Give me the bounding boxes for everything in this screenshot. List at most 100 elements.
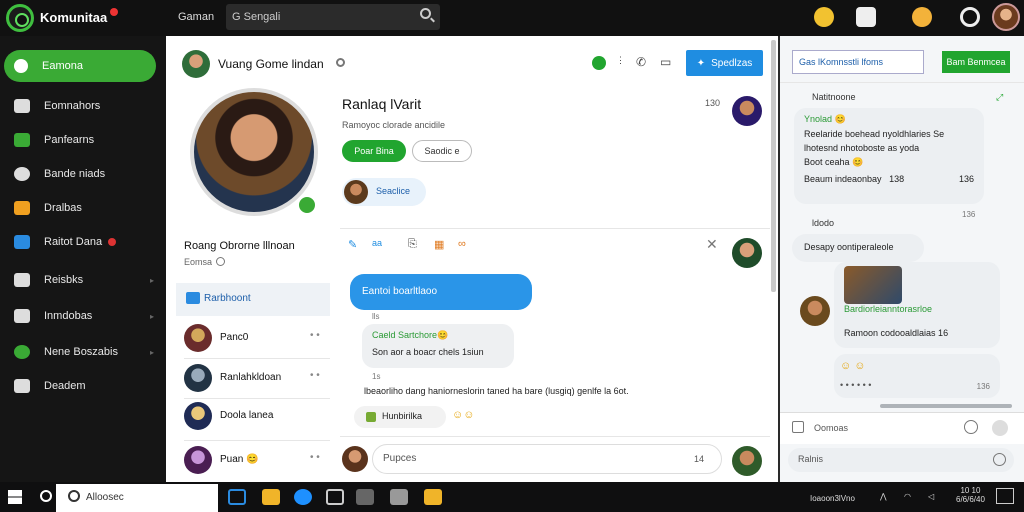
scrollbar[interactable] xyxy=(771,40,776,292)
search-icon[interactable] xyxy=(40,490,52,502)
windows-start-icon[interactable] xyxy=(8,490,22,504)
media-comment-card[interactable]: Bardiorleianntorasrloe Ramoon codooaldla… xyxy=(834,262,1000,348)
settings-icon[interactable] xyxy=(992,420,1008,436)
reaction-dots: • • • • • • xyxy=(840,380,872,390)
volume-icon[interactable]: ◁ xyxy=(928,492,934,501)
sidebar-item-media[interactable]: Dralbas xyxy=(14,198,164,218)
commenter-avatar[interactable] xyxy=(800,296,830,326)
emoji-icon[interactable]: ☺☺ xyxy=(452,409,474,421)
close-icon[interactable]: ✕ xyxy=(706,236,718,253)
brand-name: Komunitaa xyxy=(40,10,108,25)
settings-icon[interactable] xyxy=(960,7,980,27)
sidebar-item-data[interactable]: Raitot Dana xyxy=(14,232,164,252)
notifications-icon[interactable] xyxy=(912,7,932,27)
friend-avatar xyxy=(184,324,212,352)
post-count: 130 xyxy=(705,98,721,108)
author-avatar[interactable] xyxy=(732,96,762,126)
post-title: Ranlaq lVarit xyxy=(342,96,422,112)
secondary-button[interactable]: Saodic e xyxy=(412,140,472,162)
sidebar-item-friends[interactable]: Panfearns xyxy=(14,130,164,150)
app-logo-icon[interactable] xyxy=(6,4,34,32)
primary-button[interactable]: Poar Bina xyxy=(342,140,406,162)
panel-search-input[interactable]: Gas lKomnsstli lfoms xyxy=(792,50,924,74)
friend-avatar xyxy=(184,364,212,392)
taskbar-search-input[interactable]: Alloosec xyxy=(56,484,218,512)
comment-input[interactable]: Oomoas xyxy=(780,412,1024,444)
member-avatar[interactable] xyxy=(732,238,762,268)
clock[interactable]: 10 10 6/6/6/40 xyxy=(956,486,985,504)
emoji-icon[interactable] xyxy=(814,7,834,27)
user-avatar[interactable] xyxy=(992,3,1020,31)
reply-input[interactable]: Ralnis xyxy=(788,448,1014,472)
message-input[interactable]: Pupces xyxy=(372,444,722,474)
more-icon[interactable]: ⋮ xyxy=(616,55,625,66)
horizontal-scrollbar[interactable] xyxy=(880,404,1012,408)
header-action-button[interactable]: ✦ Spedlzas xyxy=(686,50,763,76)
phone-icon[interactable]: ✆ xyxy=(636,55,646,69)
message-bubble-incoming[interactable]: Caeld Sartchore😊 Son aor a boacr chels 1s… xyxy=(362,324,514,368)
user-alert-icon[interactable] xyxy=(856,7,876,27)
video-icon[interactable]: ▭ xyxy=(660,55,671,69)
search-icon[interactable] xyxy=(420,8,431,19)
section-label: ldodo xyxy=(812,218,835,228)
post-subtitle: Ramoyoc clorade ancidile xyxy=(342,120,446,130)
sidebar-item-members[interactable]: Eomnahors xyxy=(14,96,164,116)
edit-icon xyxy=(14,309,30,323)
notification-center-icon[interactable] xyxy=(996,488,1014,504)
camera-icon[interactable] xyxy=(964,420,978,434)
composer-avatar xyxy=(342,446,368,472)
chat-avatar[interactable] xyxy=(182,50,210,78)
game-icon[interactable] xyxy=(390,489,408,505)
friend-item[interactable]: Puan 😊 • • xyxy=(184,442,330,478)
file-explorer-icon[interactable] xyxy=(262,489,280,505)
wifi-icon[interactable]: ◠ xyxy=(904,492,911,501)
more-icon[interactable]: • • xyxy=(310,370,320,381)
character-count: 14 xyxy=(694,454,705,464)
message-bubble-outgoing[interactable]: Eantoi boarltlaoo xyxy=(350,274,532,310)
global-search-input[interactable]: G Sengali xyxy=(226,4,440,30)
image-icon[interactable]: ▦ xyxy=(434,238,444,251)
sidebar-item-groups[interactable]: Bande niads xyxy=(14,164,164,184)
store-icon[interactable] xyxy=(326,489,344,505)
section-label: Natitnoone xyxy=(812,92,856,102)
chevron-right-icon: ▸ xyxy=(149,311,154,321)
emoji-icon[interactable] xyxy=(993,453,1006,466)
friend-item[interactable]: Ranlahkldoan • • xyxy=(184,360,330,396)
chat-app-icon[interactable] xyxy=(424,489,442,505)
divider xyxy=(184,440,330,441)
info-icon[interactable] xyxy=(216,257,225,266)
attach-icon[interactable]: ⎘ xyxy=(408,238,417,251)
network-icon[interactable]: ⋀ xyxy=(880,492,887,501)
expand-icon[interactable]: ⤢ xyxy=(996,92,1003,103)
sidebar-item-settings[interactable]: Deadem xyxy=(14,376,164,396)
comment-meta: 136 xyxy=(962,210,976,219)
more-icon[interactable]: • • xyxy=(310,452,320,463)
task-view-icon[interactable] xyxy=(228,489,246,505)
edit-icon[interactable]: ✎ xyxy=(348,238,357,251)
sidebar-item-home[interactable]: Eamona xyxy=(14,56,164,76)
divider xyxy=(780,82,1024,83)
chat-title: Vuang Gome lindan xyxy=(218,57,324,71)
friend-item[interactable]: Panc0 • • xyxy=(184,320,330,356)
top-nav-item[interactable]: Gaman xyxy=(178,11,214,23)
more-icon[interactable]: • • xyxy=(310,330,320,341)
text-format-icon[interactable]: aa xyxy=(372,238,382,248)
friend-avatar xyxy=(184,402,212,430)
grid-icon xyxy=(14,235,30,249)
reaction-card[interactable]: ☺ ☺ • • • • • • 136 xyxy=(834,354,1000,398)
explore-icon xyxy=(14,167,30,181)
sidebar-item-boosts[interactable]: Nene Boszabis ▸ xyxy=(14,342,164,362)
comment-bubble[interactable]: Desapy oontiperaleole xyxy=(792,234,924,262)
friend-item[interactable]: Doola lanea xyxy=(184,398,330,434)
sidebar-item-inbox[interactable]: Inmdobas ▸ xyxy=(14,306,164,326)
app-icon[interactable] xyxy=(356,489,374,505)
search-icon[interactable] xyxy=(336,58,345,67)
sidebar-item-reports[interactable]: Reisbks ▸ xyxy=(14,270,164,290)
link-icon[interactable]: ∞ xyxy=(458,238,466,250)
comment-card[interactable]: Ynolad 😊 Reelaride boehead nyoldhlaries … xyxy=(794,108,984,204)
friend-avatar xyxy=(184,446,212,474)
tag-chip[interactable]: Seaclice xyxy=(342,178,426,206)
member-avatar[interactable] xyxy=(732,446,762,476)
panel-action-button[interactable]: Bam Benmcea xyxy=(942,51,1010,73)
browser-icon[interactable] xyxy=(294,489,312,505)
